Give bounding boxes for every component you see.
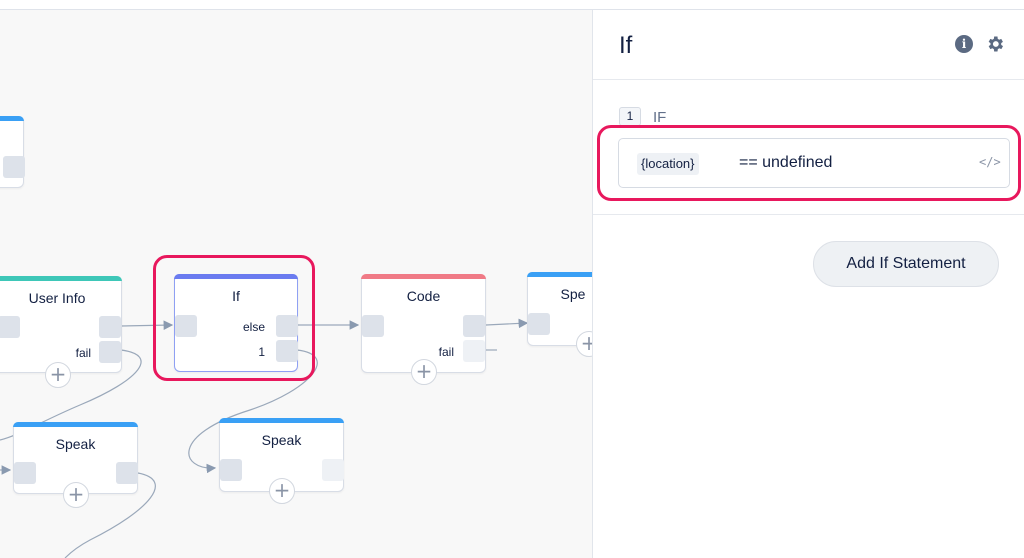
condition-1-port[interactable] [276,340,298,362]
input-port[interactable] [14,462,36,484]
input-port[interactable] [362,315,384,337]
node-accent-bar [219,418,344,423]
condition-1-label: 1 [258,345,265,359]
output-port[interactable] [463,315,485,337]
gear-icon[interactable] [985,34,1005,54]
node-title: Spe [560,286,586,302]
add-if-statement-button[interactable]: Add If Statement [813,241,999,287]
node-code[interactable]: Code fail + [361,274,486,385]
node-title: User Info [28,290,86,306]
input-port[interactable] [175,315,197,337]
panel-title: If [619,32,633,59]
node-user-info[interactable]: User Info fail + [0,276,122,388]
node-accent-bar [0,116,24,121]
condition-section: 1 IF {location} == undefined </> [593,80,1024,215]
variable-chip[interactable]: {location} [637,153,699,175]
input-port[interactable] [0,316,20,338]
node-speak-right[interactable]: Spe + [527,272,592,357]
node-accent-bar [527,272,592,277]
input-port[interactable] [220,459,242,481]
fail-label: fail [438,345,454,359]
node-title: Code [406,288,441,304]
node-title: If [232,288,240,304]
node-accent-bar [13,422,138,427]
else-port[interactable] [276,315,298,337]
info-icon[interactable]: i [955,35,973,53]
condition-number: 1 [619,107,641,126]
node-partial-top[interactable] [0,116,25,188]
node-accent-bar [0,276,122,281]
add-step-button[interactable]: + [45,362,71,388]
add-step-button[interactable]: + [269,478,295,504]
fail-port[interactable] [463,340,485,362]
node-speak-mid[interactable]: Speak + [219,418,344,504]
code-toggle-icon[interactable]: </> [979,155,1001,169]
fail-port[interactable] [99,341,121,363]
condition-expression[interactable]: == undefined [739,154,832,172]
else-label: else [242,320,265,334]
node-title: Speak [261,432,302,448]
add-step-button[interactable]: + [63,482,89,508]
top-bar [0,0,1024,10]
add-step-button[interactable]: + [411,359,437,385]
input-port[interactable] [528,313,550,335]
node-if[interactable]: If else 1 [174,274,298,372]
flow-canvas[interactable]: User Info fail + If else 1 Code fail + S… [0,10,592,558]
output-port[interactable] [322,459,344,481]
fail-label: fail [75,346,91,360]
node-speak-left[interactable]: Speak + [13,422,138,508]
condition-label: IF [653,109,667,126]
node-title: Speak [55,436,96,452]
editor-panel: If i 1 IF {location} == undefined </> Ad… [592,10,1024,558]
panel-header: If i [593,10,1024,80]
output-port[interactable] [116,462,138,484]
wire-code-to-speak [485,318,529,329]
output-port[interactable] [3,156,25,178]
output-port[interactable] [99,316,121,338]
condition-input[interactable]: {location} == undefined </> [618,138,1010,188]
node-accent-bar [361,274,486,279]
node-accent-bar [174,274,298,279]
